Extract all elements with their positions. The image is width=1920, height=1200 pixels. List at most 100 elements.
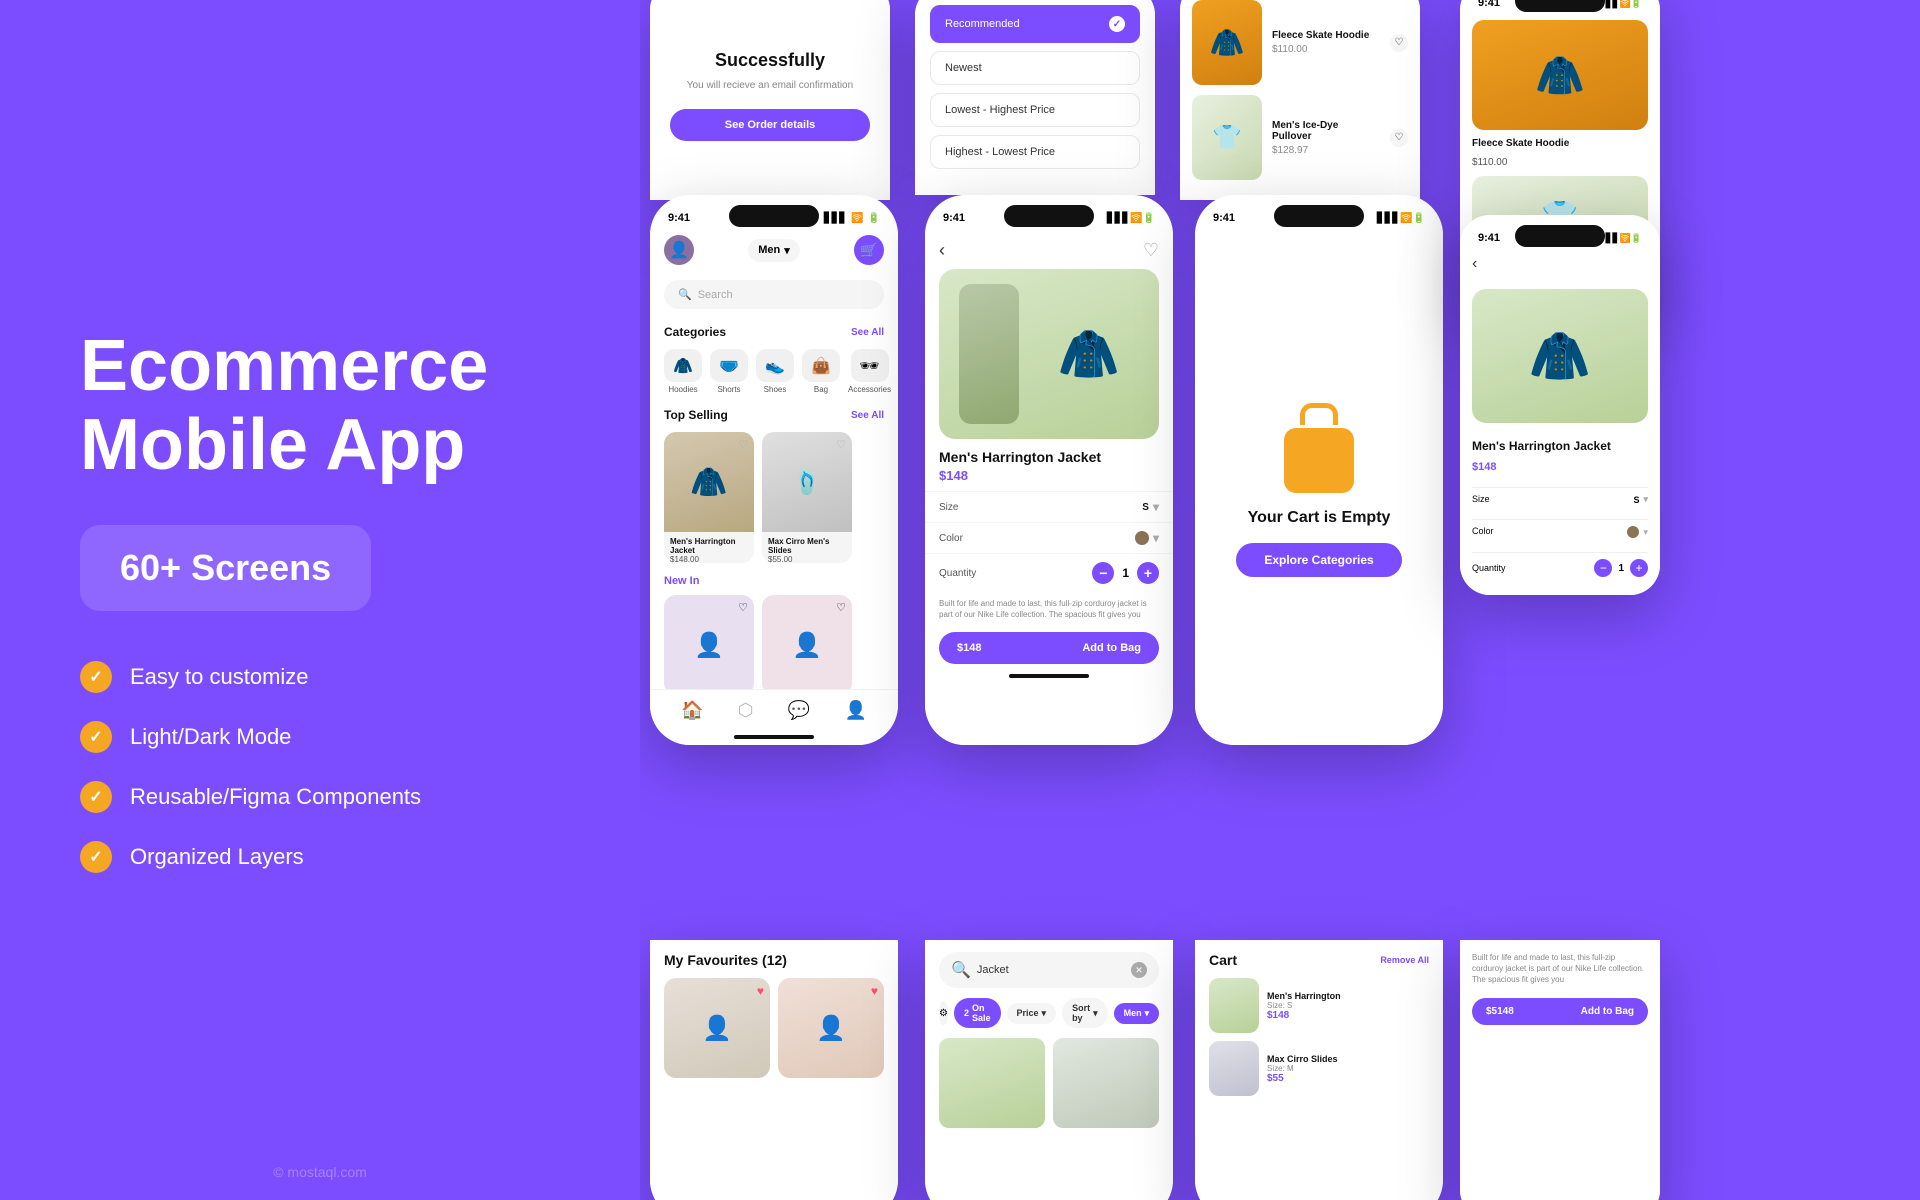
search-query[interactable]: Jacket (977, 964, 1125, 976)
fav-heart-2[interactable]: ♥ (871, 984, 878, 998)
search-clear-button[interactable]: ✕ (1131, 962, 1147, 978)
phone-detail: 9:41 ▋▋▋🛜🔋 ‹ ♡ 🧥 Men's Harrington Jacket… (925, 195, 1173, 745)
search-result-2[interactable] (1053, 1038, 1159, 1128)
left-panel: Ecommerce Mobile App 60+ Screens Easy to… (0, 0, 640, 1200)
cart-item-name-1: Men's Harrington (1267, 991, 1429, 1001)
cat-hoodies[interactable]: 🧥 Hoodies (664, 349, 702, 394)
categories-see-all[interactable]: See All (851, 327, 884, 338)
nav-heart-icon[interactable]: ⬡ (738, 700, 754, 721)
product-heart-new-1[interactable]: ♡ (738, 601, 748, 614)
hoodie-image: 🧥 (1192, 0, 1262, 85)
back-button[interactable]: ‹ (939, 240, 945, 261)
product-hero-image: 🧥 (939, 269, 1159, 439)
add-to-bag-label: Add to Bag (1082, 642, 1141, 654)
product-card-2[interactable]: 🩴 ♡ Max Cirro Men's Slides $55.00 $100.9… (762, 432, 852, 563)
cart-item-size-2: Size: M (1267, 1064, 1429, 1073)
favourite-button[interactable]: ♡ (1143, 240, 1159, 261)
empty-cart-icon (1274, 403, 1364, 493)
cart-icon-button[interactable]: 🛒 (854, 235, 884, 265)
see-order-button[interactable]: See Order details (670, 109, 870, 141)
phone-far-right-bot: Built for life and made to last, this fu… (1460, 940, 1660, 1200)
banner-product-1[interactable]: 🧥 (1472, 20, 1648, 130)
product-heart-2[interactable]: ♡ (836, 438, 846, 451)
product-card-hoodie[interactable]: 🧥 Fleece Skate Hoodie $110.00 ♡ (1192, 0, 1408, 85)
check-icon-1 (80, 661, 112, 693)
filter-sort-by[interactable]: Sort by ▾ (1062, 998, 1108, 1028)
size-row: Size S ▾ (925, 491, 1173, 522)
phone-sort: Recommended Newest Lowest - Highest Pric… (915, 0, 1155, 195)
size-label: Size (939, 502, 958, 513)
color-row: Color ▾ (925, 522, 1173, 553)
pullover-name: Men's Ice-Dye Pullover (1272, 120, 1380, 142)
fav-heart-1[interactable]: ♥ (757, 984, 764, 998)
men-selector[interactable]: Men ▾ (748, 239, 800, 262)
pullover-image: 👕 (1192, 95, 1262, 180)
filter-price[interactable]: Price ▾ (1007, 1003, 1057, 1024)
new-product-1[interactable]: ♡ 👤 (664, 595, 754, 689)
notch-cart (1274, 205, 1364, 227)
qty-inc-far[interactable]: + (1630, 559, 1648, 577)
qty-dec-far[interactable]: − (1594, 559, 1612, 577)
nav-profile-icon[interactable]: 👤 (844, 700, 866, 721)
detail-name-far: Men's Harrington Jacket (1472, 439, 1648, 453)
sort-highest-lowest[interactable]: Highest - Lowest Price (930, 135, 1140, 169)
product-heart-1[interactable]: ♡ (738, 438, 748, 451)
new-product-2[interactable]: ♡ 👤 (762, 595, 852, 689)
explore-categories-button[interactable]: Explore Categories (1236, 543, 1401, 577)
sort-newest[interactable]: Newest (930, 51, 1140, 85)
feature-label-1: Easy to customize (130, 664, 309, 690)
hoodie-heart-icon[interactable]: ♡ (1390, 34, 1408, 52)
home-search-bar[interactable]: 🔍 Search (664, 280, 884, 309)
product-card-pullover[interactable]: 👕 Men's Ice-Dye Pullover $128.97 ♡ (1192, 95, 1408, 180)
nav-bag-icon[interactable]: 💬 (788, 700, 810, 721)
product-heart-new-2[interactable]: ♡ (836, 601, 846, 614)
cart-item-2[interactable]: Max Cirro Slides Size: M $55 (1209, 1041, 1429, 1096)
search-icon: 🔍 (678, 288, 692, 301)
search-bar[interactable]: 🔍 Jacket ✕ (939, 952, 1159, 988)
product-card-1[interactable]: 🧥 ♡ Men's Harrington Jacket $148.00 (664, 432, 754, 563)
top-selling-see-all[interactable]: See All (851, 410, 884, 421)
success-title: Successfully (715, 50, 825, 71)
search-placeholder: Search (698, 289, 733, 301)
quantity-increase-button[interactable]: + (1137, 562, 1159, 584)
banner-product-price-1: $110.00 (1472, 157, 1648, 168)
top-selling-header: Top Selling See All (650, 402, 898, 428)
cart-item-1[interactable]: Men's Harrington Size: S $148 (1209, 978, 1429, 1033)
add-bag-far[interactable]: $5148 Add to Bag (1472, 998, 1648, 1025)
size-chevron-icon: ▾ (1153, 500, 1159, 514)
check-icon-2 (80, 721, 112, 753)
top-selling-title: Top Selling (664, 408, 728, 422)
home-header: 👤 Men ▾ 🛒 (650, 235, 898, 275)
product-description: Built for life and made to last, this fu… (925, 592, 1173, 626)
detail-header: ‹ ♡ (925, 235, 1173, 269)
quantity-value: 1 (1122, 566, 1129, 580)
fav-item-2[interactable]: 👤 ♥ (778, 978, 884, 1078)
fav-item-1[interactable]: 👤 ♥ (664, 978, 770, 1078)
color-swatch[interactable] (1135, 531, 1149, 545)
sort-recommended[interactable]: Recommended (930, 5, 1140, 43)
cat-accessories[interactable]: 🕶 Accessories (848, 349, 891, 394)
categories-title: Categories (664, 325, 726, 339)
new-in-label: New In (650, 571, 898, 591)
user-avatar[interactable]: 👤 (664, 235, 694, 265)
sort-lowest-highest[interactable]: Lowest - Highest Price (930, 93, 1140, 127)
search-result-1[interactable] (939, 1038, 1045, 1128)
cat-bag[interactable]: 👜 Bag (802, 349, 840, 394)
cat-shorts[interactable]: 🩲 Shorts (710, 349, 748, 394)
filter-on-sale[interactable]: 2On Sale (954, 998, 1001, 1028)
accessories-cat-icon: 🕶 (851, 349, 889, 382)
pullover-heart-icon[interactable]: ♡ (1390, 129, 1408, 147)
back-icon-far-mid[interactable]: ‹ (1472, 255, 1477, 273)
add-to-bag-button[interactable]: $148 Add to Bag (939, 632, 1159, 664)
quantity-decrease-button[interactable]: − (1092, 562, 1114, 584)
remove-all-button[interactable]: Remove All (1380, 955, 1429, 965)
cat-shoes[interactable]: 👟 Shoes (756, 349, 794, 394)
check-icon-3 (80, 781, 112, 813)
filter-men[interactable]: Men ▾ (1114, 1003, 1160, 1024)
shorts-cat-icon: 🩲 (710, 349, 748, 382)
nav-home-icon[interactable]: 🏠 (681, 700, 703, 721)
color-row-far: Color▾ (1472, 519, 1648, 544)
size-value: S (1142, 502, 1149, 513)
new-products-row: ♡ 👤 ♡ 👤 (650, 591, 898, 689)
filter-icon[interactable]: ⚙ (939, 1001, 948, 1025)
